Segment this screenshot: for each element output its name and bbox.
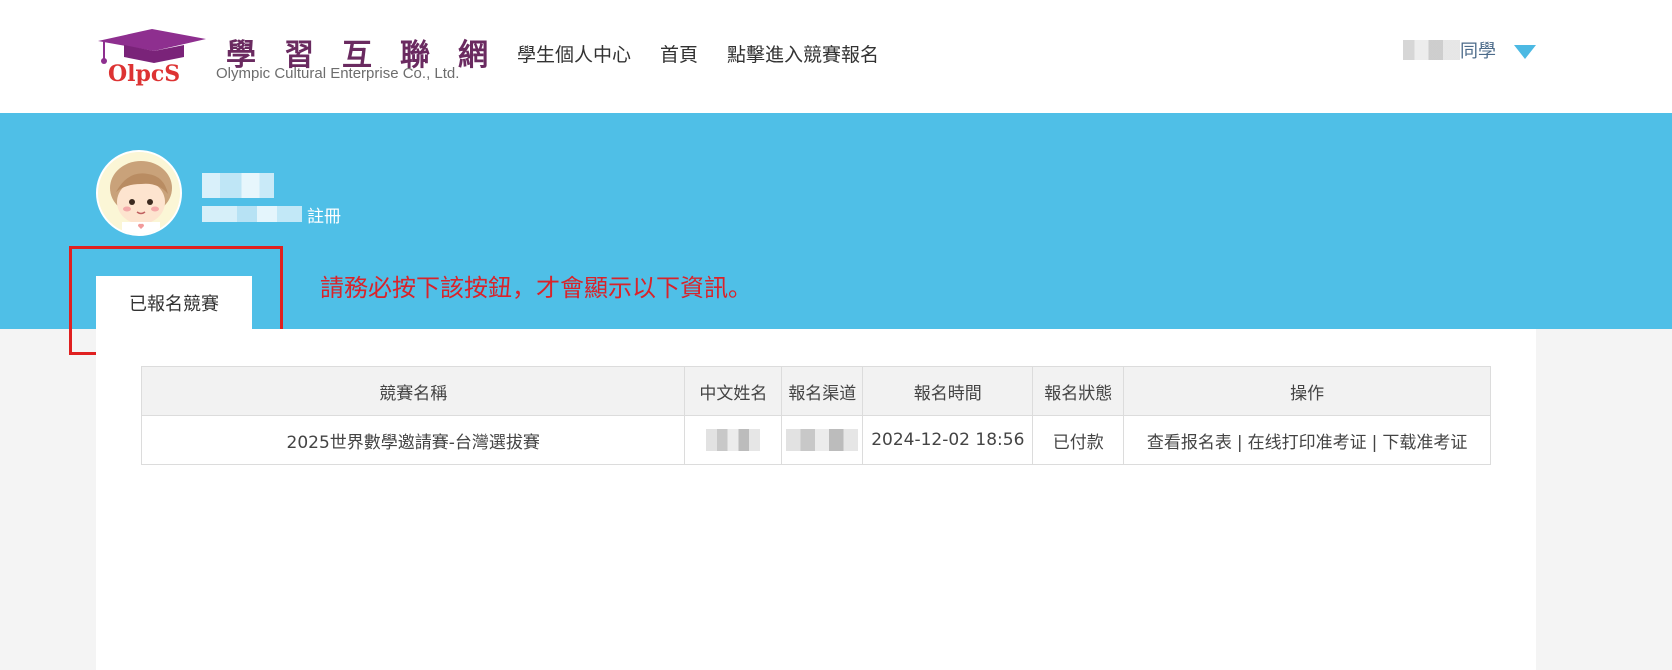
nav-competition-register[interactable]: 點擊進入競賽報名 [727,40,879,67]
table-header-row: 競賽名稱 中文姓名 報名渠道 報名時間 報名狀態 操作 [140,366,1491,416]
view-form-link[interactable]: 查看报名表 [1147,433,1232,453]
chinese-name-redacted [706,429,761,451]
col-status: 報名狀態 [1032,366,1125,416]
col-actions: 操作 [1123,366,1491,416]
profile-id-redacted [202,206,302,222]
col-competition-name: 競賽名稱 [140,366,686,416]
user-name-redacted [1403,40,1460,60]
avatar-face-icon [98,152,180,234]
col-time: 報名時間 [862,366,1034,416]
main-content: 競賽名稱 中文姓名 報名渠道 報名時間 報名狀態 操作 2025世界數學邀請賽-… [96,329,1536,670]
notice-text: 請務必按下該按鈕，才會顯示以下資訊。 [320,274,752,302]
nav-student-center[interactable]: 學生個人中心 [517,40,631,67]
cell-actions: 查看报名表 | 在线打印准考证 | 下载准考证 [1123,415,1491,465]
cell-competition-name: 2025世界數學邀請賽-台灣選拔賽 [140,415,686,465]
user-suffix: 同學 [1460,41,1496,62]
olpcs-logo-icon[interactable]: OlpcS [94,25,209,90]
action-separator: | [1371,432,1378,453]
cell-channel [781,415,864,465]
profile-sub-label: 註冊 [307,207,341,227]
main-nav: 學生個人中心 首頁 點擊進入競賽報名 [517,40,879,67]
cell-time: 2024-12-02 18:56 [862,415,1034,465]
profile-name-redacted [202,173,274,198]
top-header: OlpcS 學習互聯網 Olympic Cultural Enterprise … [0,0,1672,113]
download-admission-link[interactable]: 下载准考证 [1382,433,1467,453]
nav-home[interactable]: 首頁 [660,40,698,67]
tab-registered-competitions[interactable]: 已報名競賽 [96,276,252,329]
avatar [96,150,182,236]
svg-text:OlpcS: OlpcS [108,61,180,87]
table-row: 2025世界數學邀請賽-台灣選拔賽 2024-12-02 18:56 已付款 查… [140,415,1491,465]
registration-table: 競賽名稱 中文姓名 報名渠道 報名時間 報名狀態 操作 2025世界數學邀請賽-… [140,366,1491,465]
col-chinese-name: 中文姓名 [684,366,783,416]
cell-chinese-name [684,415,783,465]
channel-redacted [786,429,859,451]
dropdown-arrow-icon[interactable] [1514,45,1536,59]
action-separator: | [1236,432,1243,453]
cell-status: 已付款 [1032,415,1125,465]
col-channel: 報名渠道 [781,366,864,416]
brand-name-english: Olympic Cultural Enterprise Co., Ltd. [216,65,460,82]
print-admission-link[interactable]: 在线打印准考证 [1248,433,1367,453]
user-menu[interactable]: 同學 [1403,37,1536,63]
